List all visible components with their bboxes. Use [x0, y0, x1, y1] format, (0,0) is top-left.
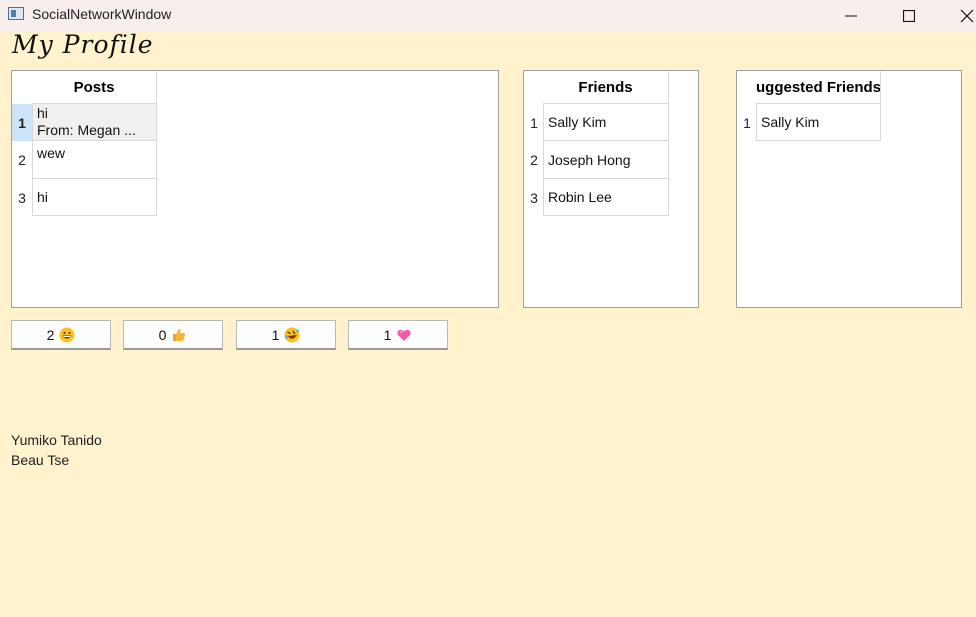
suggested-friends-column-header[interactable]: Suggested Friends [756, 71, 881, 104]
posts-row-header[interactable]: 3 [12, 179, 32, 216]
list-item[interactable]: Sally Kim [756, 104, 881, 141]
posts-grid[interactable]: Posts 1 hi From: Megan ... 2 wew 3 hi [11, 70, 499, 308]
thumbs-up-icon [173, 328, 186, 341]
window-title: SocialNetworkWindow [32, 6, 172, 22]
post-text: hi [37, 105, 48, 121]
grinning-reaction-button[interactable]: 2 [11, 320, 111, 350]
list-item[interactable]: Joseph Hong [543, 141, 669, 179]
table-row[interactable]: hi [32, 179, 157, 216]
app-icon [8, 7, 24, 20]
page-title: My Profile [12, 30, 154, 59]
close-button[interactable] [944, 0, 976, 31]
heart-reaction-button[interactable]: 1 [348, 320, 448, 350]
rofl-reaction-button[interactable]: 1 [236, 320, 336, 350]
close-icon [960, 9, 974, 22]
friends-row-header[interactable]: 1 [524, 104, 544, 141]
reaction-count: 0 [158, 326, 167, 343]
posts-row-header[interactable]: 1 [12, 104, 32, 141]
reaction-count: 1 [383, 326, 392, 343]
suggested-friends-grid[interactable]: Suggested Friends 1 Sally Kim [736, 70, 962, 308]
table-row[interactable]: hi From: Megan ... [32, 104, 157, 141]
names-list: Yumiko Tanido Beau Tse [11, 430, 102, 470]
reaction-count: 1 [271, 326, 280, 343]
thumbs-up-reaction-button[interactable]: 0 [123, 320, 223, 350]
list-item[interactable]: Sally Kim [543, 104, 669, 141]
post-author: From: Megan ... [37, 122, 136, 138]
name-item: Beau Tse [11, 452, 70, 468]
suggested-friends-header-label: Suggested Friends [756, 78, 881, 96]
reaction-count: 2 [46, 326, 55, 343]
friends-row-header[interactable]: 3 [524, 179, 544, 216]
maximize-icon [903, 9, 915, 22]
friends-grid[interactable]: Friends 1 Sally Kim 2 Joseph Hong 3 Robi… [523, 70, 699, 308]
list-item[interactable]: Robin Lee [543, 179, 669, 216]
rofl-face-icon [284, 327, 300, 342]
minimize-button[interactable] [828, 0, 874, 31]
title-bar: SocialNetworkWindow [0, 0, 976, 31]
post-text: hi [37, 189, 48, 205]
grinning-face-icon [59, 327, 75, 342]
friends-row-header[interactable]: 2 [524, 141, 544, 179]
posts-row-header[interactable]: 2 [12, 141, 32, 179]
posts-column-header[interactable]: Posts [32, 71, 157, 104]
suggested-row-header[interactable]: 1 [737, 104, 757, 141]
name-item: Yumiko Tanido [11, 432, 102, 448]
friends-column-header[interactable]: Friends [543, 71, 669, 104]
post-text: wew [37, 145, 66, 161]
heart-icon [397, 329, 412, 341]
table-row[interactable]: wew [32, 141, 157, 179]
minimize-icon [845, 15, 857, 16]
maximize-button[interactable] [886, 0, 932, 31]
